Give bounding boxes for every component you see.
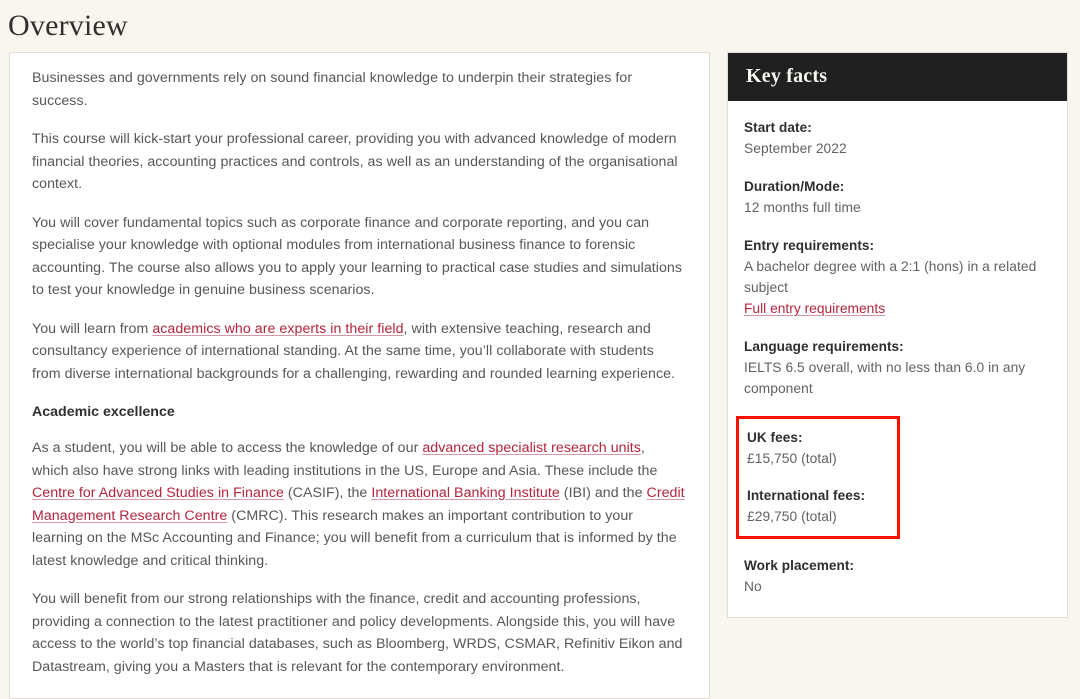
link-advanced-specialist-research-units[interactable]: advanced specialist research units: [422, 440, 641, 456]
fact-duration-mode-value: 12 months full time: [744, 200, 861, 215]
fact-start-date-label: Start date:: [744, 120, 812, 135]
key-facts-title: Key facts: [746, 65, 828, 87]
fact-duration-mode: Duration/Mode: 12 months full time: [744, 176, 1049, 218]
fact-entry-requirements-label: Entry requirements:: [744, 238, 875, 253]
overview-paragraph-4: You will learn from academics who are ex…: [32, 318, 685, 386]
fact-international-fees: International fees: £29,750 (total): [747, 485, 887, 527]
key-facts-sidebar: Key facts Start date: September 2022 Dur…: [727, 52, 1068, 618]
paragraph-5-text-3: (CASIF), the: [283, 485, 372, 501]
fact-work-placement: Work placement: No: [744, 555, 1049, 597]
fees-spacer: [744, 545, 1049, 555]
link-full-entry-requirements[interactable]: Full entry requirements: [744, 298, 885, 319]
overview-paragraph-3: You will cover fundamental topics such a…: [32, 214, 682, 299]
fact-international-fees-value: £29,750 (total): [747, 509, 837, 524]
fact-duration-mode-label: Duration/Mode:: [744, 179, 845, 194]
fact-language-requirements-value: IELTS 6.5 overall, with no less than 6.0…: [744, 360, 1026, 396]
subheading-academic-excellence: Academic excellence: [32, 404, 175, 420]
paragraph-5-text-1: As a student, you will be able to access…: [32, 440, 423, 456]
paragraph-4-text-before: You will learn from: [32, 320, 153, 337]
fact-start-date: Start date: September 2022: [744, 117, 1049, 159]
fact-entry-requirements-value: A bachelor degree with a 2:1 (hons) in a…: [744, 259, 1037, 295]
page-layout: Businesses and governments rely on sound…: [0, 52, 1080, 699]
link-centre-advanced-studies-finance[interactable]: Centre for Advanced Studies in Finance: [32, 485, 284, 501]
fees-highlight-box: UK fees: £15,750 (total) International f…: [736, 416, 900, 539]
key-facts-card: Key facts Start date: September 2022 Dur…: [727, 52, 1068, 618]
key-facts-body: Start date: September 2022 Duration/Mode…: [728, 101, 1067, 617]
key-facts-header: Key facts: [728, 53, 1067, 101]
fact-work-placement-label: Work placement:: [744, 558, 855, 573]
fact-uk-fees: UK fees: £15,750 (total): [747, 427, 887, 469]
overview-paragraph-5: As a student, you will be able to access…: [32, 437, 685, 572]
paragraph-5-text-4: (IBI) and the: [559, 485, 647, 501]
page-title: Overview: [8, 9, 128, 42]
link-international-banking-institute[interactable]: International Banking Institute: [371, 485, 559, 501]
fact-international-fees-label: International fees:: [747, 488, 866, 503]
fact-start-date-value: September 2022: [744, 141, 847, 156]
fact-entry-requirements: Entry requirements: A bachelor degree wi…: [744, 235, 1049, 319]
overview-paragraph-2: This course will kick-start your profess…: [32, 131, 678, 192]
fact-language-requirements: Language requirements: IELTS 6.5 overall…: [744, 336, 1049, 399]
overview-paragraph-1: Businesses and governments rely on sound…: [32, 70, 633, 109]
fact-uk-fees-value: £15,750 (total): [747, 451, 837, 466]
fact-work-placement-value: No: [744, 579, 762, 594]
fact-uk-fees-label: UK fees:: [747, 430, 803, 445]
link-academics-experts[interactable]: academics who are experts in their field: [152, 321, 403, 337]
fact-language-requirements-label: Language requirements:: [744, 339, 904, 354]
